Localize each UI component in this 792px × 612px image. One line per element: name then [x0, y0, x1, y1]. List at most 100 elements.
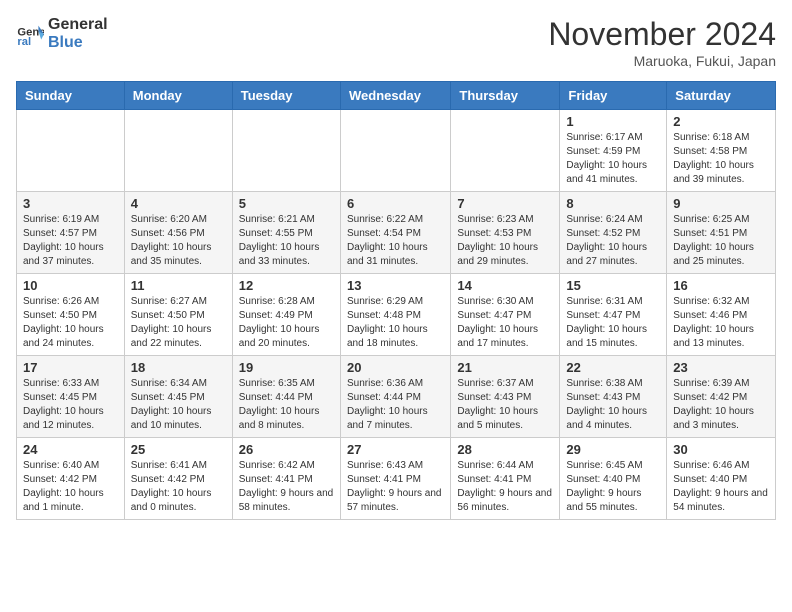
day-number: 21	[457, 360, 553, 375]
logo-text-general: General	[48, 16, 108, 34]
month-title: November 2024	[548, 16, 776, 53]
calendar-cell: 4Sunrise: 6:20 AM Sunset: 4:56 PM Daylig…	[124, 192, 232, 274]
calendar-cell: 17Sunrise: 6:33 AM Sunset: 4:45 PM Dayli…	[17, 356, 125, 438]
calendar-table: SundayMondayTuesdayWednesdayThursdayFrid…	[16, 81, 776, 520]
day-info: Sunrise: 6:27 AM Sunset: 4:50 PM Dayligh…	[131, 295, 226, 351]
day-info: Sunrise: 6:46 AM Sunset: 4:40 PM Dayligh…	[673, 459, 769, 515]
day-info: Sunrise: 6:25 AM Sunset: 4:51 PM Dayligh…	[673, 213, 769, 269]
day-info: Sunrise: 6:38 AM Sunset: 4:43 PM Dayligh…	[566, 377, 660, 433]
day-info: Sunrise: 6:39 AM Sunset: 4:42 PM Dayligh…	[673, 377, 769, 433]
day-number: 25	[131, 442, 226, 457]
calendar-cell	[124, 110, 232, 192]
day-info: Sunrise: 6:22 AM Sunset: 4:54 PM Dayligh…	[347, 213, 444, 269]
column-header-sunday: Sunday	[17, 82, 125, 110]
calendar-week-4: 17Sunrise: 6:33 AM Sunset: 4:45 PM Dayli…	[17, 356, 776, 438]
day-number: 1	[566, 114, 660, 129]
calendar-cell: 27 Sunrise: 6:43 AM Sunset: 4:41 PM Dayli…	[340, 438, 450, 520]
calendar-cell: 13 Sunrise: 6:29 AM Sunset: 4:48 PM Dayli…	[340, 274, 450, 356]
day-number: 23	[673, 360, 769, 375]
day-number: 19	[239, 360, 334, 375]
calendar-cell: 7 Sunrise: 6:23 AM Sunset: 4:53 PM Daylig…	[451, 192, 560, 274]
calendar-cell: 11 Sunrise: 6:27 AM Sunset: 4:50 PM Dayli…	[124, 274, 232, 356]
title-block: November 2024 Maruoka, Fukui, Japan	[548, 16, 776, 69]
day-info: Sunrise: 6:21 AM Sunset: 4:55 PM Dayligh…	[239, 213, 334, 269]
day-info: Sunrise: 6:28 AM Sunset: 4:49 PM Dayligh…	[239, 295, 334, 351]
day-info: Sunrise: 6:19 AM Sunset: 4:57 PM Dayligh…	[23, 213, 118, 269]
calendar-week-5: 24 Sunrise: 6:40 AM Sunset: 4:42 PM Dayli…	[17, 438, 776, 520]
calendar-cell: 21Sunrise: 6:37 AM Sunset: 4:43 PM Dayli…	[451, 356, 560, 438]
day-info: Sunrise: 6:24 AM Sunset: 4:52 PM Dayligh…	[566, 213, 660, 269]
day-info: Sunrise: 6:29 AM Sunset: 4:48 PM Dayligh…	[347, 295, 444, 351]
day-info: Sunrise: 6:36 AM Sunset: 4:44 PM Dayligh…	[347, 377, 444, 433]
day-info: Sunrise: 6:40 AM Sunset: 4:42 PM Dayligh…	[23, 459, 118, 515]
day-number: 4	[131, 196, 226, 211]
column-header-monday: Monday	[124, 82, 232, 110]
day-number: 28	[457, 442, 553, 457]
day-number: 6	[347, 196, 444, 211]
day-number: 26	[239, 442, 334, 457]
day-number: 8	[566, 196, 660, 211]
day-number: 30	[673, 442, 769, 457]
day-info: Sunrise: 6:32 AM Sunset: 4:46 PM Dayligh…	[673, 295, 769, 351]
day-number: 20	[347, 360, 444, 375]
logo: Gene ral General Blue	[16, 16, 108, 51]
calendar-week-1: 1 Sunrise: 6:17 AM Sunset: 4:59 PM Daylig…	[17, 110, 776, 192]
day-number: 24	[23, 442, 118, 457]
day-info: Sunrise: 6:45 AM Sunset: 4:40 PM Dayligh…	[566, 459, 660, 515]
calendar-week-3: 10 Sunrise: 6:26 AM Sunset: 4:50 PM Dayli…	[17, 274, 776, 356]
day-info: Sunrise: 6:31 AM Sunset: 4:47 PM Dayligh…	[566, 295, 660, 351]
day-info: Sunrise: 6:44 AM Sunset: 4:41 PM Dayligh…	[457, 459, 553, 515]
calendar-cell: 25Sunrise: 6:41 AM Sunset: 4:42 PM Dayli…	[124, 438, 232, 520]
calendar-cell: 24 Sunrise: 6:40 AM Sunset: 4:42 PM Dayli…	[17, 438, 125, 520]
column-header-saturday: Saturday	[667, 82, 776, 110]
page-header: Gene ral General Blue November 2024 Maru…	[16, 16, 776, 69]
day-info: Sunrise: 6:18 AM Sunset: 4:58 PM Dayligh…	[673, 131, 769, 187]
calendar-cell: 9 Sunrise: 6:25 AM Sunset: 4:51 PM Daylig…	[667, 192, 776, 274]
day-number: 3	[23, 196, 118, 211]
day-number: 14	[457, 278, 553, 293]
calendar-cell: 30 Sunrise: 6:46 AM Sunset: 4:40 PM Dayli…	[667, 438, 776, 520]
day-info: Sunrise: 6:17 AM Sunset: 4:59 PM Dayligh…	[566, 131, 660, 187]
calendar-cell: 19Sunrise: 6:35 AM Sunset: 4:44 PM Dayli…	[232, 356, 340, 438]
calendar-cell: 18Sunrise: 6:34 AM Sunset: 4:45 PM Dayli…	[124, 356, 232, 438]
calendar-cell: 15 Sunrise: 6:31 AM Sunset: 4:47 PM Dayli…	[560, 274, 667, 356]
calendar-cell: 20 Sunrise: 6:36 AM Sunset: 4:44 PM Dayli…	[340, 356, 450, 438]
calendar-cell: 2 Sunrise: 6:18 AM Sunset: 4:58 PM Daylig…	[667, 110, 776, 192]
day-info: Sunrise: 6:26 AM Sunset: 4:50 PM Dayligh…	[23, 295, 118, 351]
day-number: 15	[566, 278, 660, 293]
day-number: 11	[131, 278, 226, 293]
day-number: 29	[566, 442, 660, 457]
logo-icon: Gene ral	[16, 20, 44, 48]
day-number: 27	[347, 442, 444, 457]
day-number: 5	[239, 196, 334, 211]
day-info: Sunrise: 6:34 AM Sunset: 4:45 PM Dayligh…	[131, 377, 226, 433]
day-number: 10	[23, 278, 118, 293]
day-number: 7	[457, 196, 553, 211]
calendar-cell: 16 Sunrise: 6:32 AM Sunset: 4:46 PM Dayli…	[667, 274, 776, 356]
calendar-cell	[340, 110, 450, 192]
day-info: Sunrise: 6:23 AM Sunset: 4:53 PM Dayligh…	[457, 213, 553, 269]
day-number: 16	[673, 278, 769, 293]
calendar-cell: 28 Sunrise: 6:44 AM Sunset: 4:41 PM Dayli…	[451, 438, 560, 520]
calendar-cell: 26Sunrise: 6:42 AM Sunset: 4:41 PM Dayli…	[232, 438, 340, 520]
day-number: 12	[239, 278, 334, 293]
location: Maruoka, Fukui, Japan	[548, 53, 776, 69]
calendar-cell: 6 Sunrise: 6:22 AM Sunset: 4:54 PM Daylig…	[340, 192, 450, 274]
calendar-cell	[451, 110, 560, 192]
day-number: 13	[347, 278, 444, 293]
column-header-tuesday: Tuesday	[232, 82, 340, 110]
calendar-cell: 5 Sunrise: 6:21 AM Sunset: 4:55 PM Daylig…	[232, 192, 340, 274]
day-number: 2	[673, 114, 769, 129]
calendar-cell: 29 Sunrise: 6:45 AM Sunset: 4:40 PM Dayli…	[560, 438, 667, 520]
calendar-cell: 8 Sunrise: 6:24 AM Sunset: 4:52 PM Daylig…	[560, 192, 667, 274]
calendar-cell	[232, 110, 340, 192]
day-info: Sunrise: 6:33 AM Sunset: 4:45 PM Dayligh…	[23, 377, 118, 433]
calendar-cell: 14Sunrise: 6:30 AM Sunset: 4:47 PM Dayli…	[451, 274, 560, 356]
calendar-cell: 10 Sunrise: 6:26 AM Sunset: 4:50 PM Dayli…	[17, 274, 125, 356]
svg-text:ral: ral	[17, 36, 31, 48]
calendar-cell: 23 Sunrise: 6:39 AM Sunset: 4:42 PM Dayli…	[667, 356, 776, 438]
day-number: 9	[673, 196, 769, 211]
day-info: Sunrise: 6:43 AM Sunset: 4:41 PM Dayligh…	[347, 459, 444, 515]
calendar-cell: 22Sunrise: 6:38 AM Sunset: 4:43 PM Dayli…	[560, 356, 667, 438]
column-header-thursday: Thursday	[451, 82, 560, 110]
